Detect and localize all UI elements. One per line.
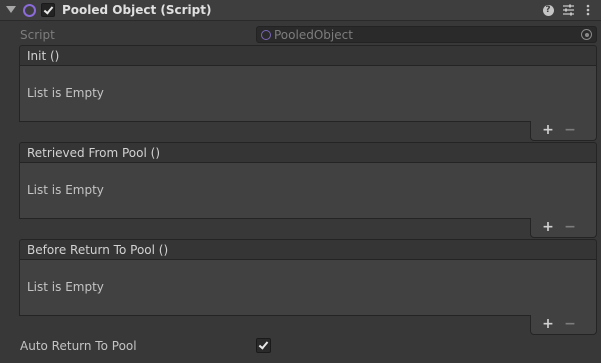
add-listener-button[interactable]: + [539, 219, 557, 235]
auto-return-label: Auto Return To Pool [20, 339, 137, 353]
script-icon [23, 4, 36, 17]
script-label: Script [20, 28, 55, 42]
event-list: List is Empty [19, 260, 597, 316]
help-icon[interactable]: ? [540, 2, 556, 18]
event-header: Before Return To Pool () [19, 239, 597, 260]
remove-listener-button[interactable]: − [561, 316, 579, 332]
event-footer: + − [530, 121, 597, 141]
checkmark-icon [258, 339, 269, 350]
component-title: Pooled Object (Script) [62, 3, 212, 17]
script-icon [261, 30, 271, 40]
event-footer: + − [530, 315, 597, 335]
add-listener-button[interactable]: + [539, 122, 557, 138]
checkmark-icon [43, 4, 54, 15]
script-object-field: PooledObject [256, 26, 597, 43]
event-list: List is Empty [19, 66, 597, 122]
event-label: Before Return To Pool () [27, 243, 169, 257]
inspector-component: Pooled Object (Script) ? Script PooledOb… [0, 0, 601, 363]
auto-return-checkbox[interactable] [256, 338, 271, 353]
object-picker-icon [581, 29, 592, 40]
event-footer: + − [530, 218, 597, 238]
preset-icon[interactable] [560, 2, 576, 18]
foldout-arrow-icon[interactable] [6, 6, 16, 13]
event-list: List is Empty [19, 163, 597, 219]
component-header[interactable]: Pooled Object (Script) ? [0, 0, 601, 21]
event-header: Retrieved From Pool () [19, 142, 597, 163]
component-enabled-checkbox[interactable] [41, 3, 55, 17]
event-label: Init () [27, 49, 60, 63]
remove-listener-button[interactable]: − [561, 122, 579, 138]
empty-list-text: List is Empty [27, 86, 104, 100]
event-header: Init () [19, 45, 597, 66]
menu-icon[interactable] [580, 2, 596, 18]
remove-listener-button[interactable]: − [561, 219, 579, 235]
event-label: Retrieved From Pool () [27, 146, 161, 160]
add-listener-button[interactable]: + [539, 316, 557, 332]
script-value: PooledObject [274, 28, 353, 42]
empty-list-text: List is Empty [27, 183, 104, 197]
empty-list-text: List is Empty [27, 280, 104, 294]
